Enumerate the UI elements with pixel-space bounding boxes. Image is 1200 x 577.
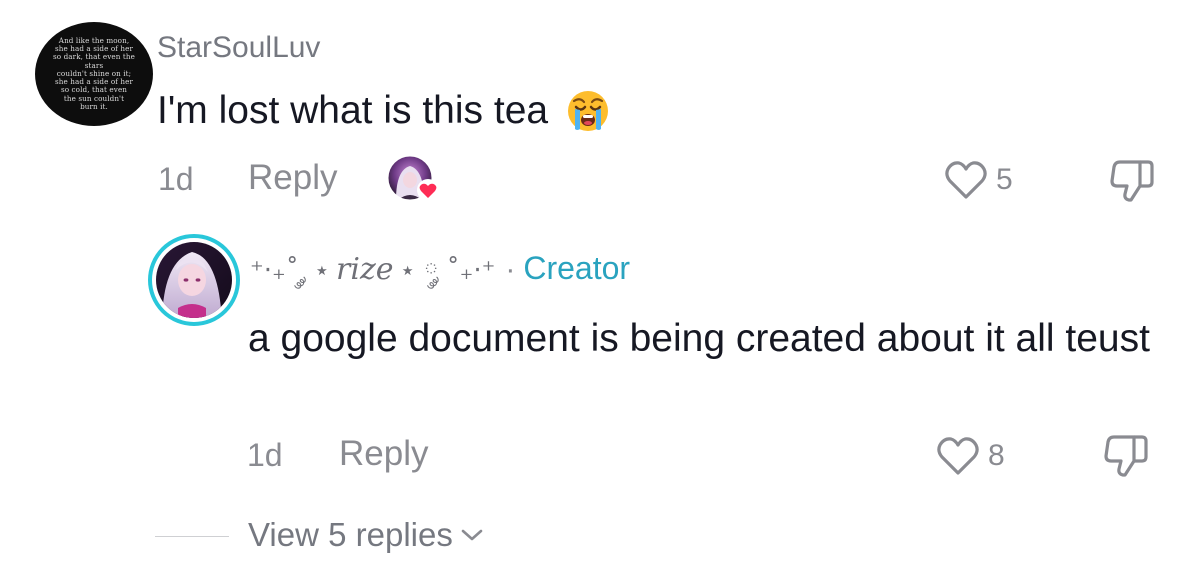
comment-reply-button[interactable]: Reply <box>248 158 337 198</box>
heart-outline-icon <box>937 437 979 475</box>
view-replies-button[interactable]: View 5 replies <box>248 514 483 556</box>
comment-text: I'm lost what is this tea <box>157 89 549 132</box>
comment-body: I'm lost what is this tea <box>157 88 610 134</box>
thumbs-down-icon <box>1104 435 1148 477</box>
reply-text: a google document is being created about… <box>248 317 1150 360</box>
commenter-avatar[interactable]: And like the moon, she had a side of her… <box>35 22 153 126</box>
comment-like-button[interactable]: 5 <box>944 160 1013 200</box>
loudly-crying-face-emoji <box>566 89 610 133</box>
thumbs-down-icon <box>1110 160 1154 202</box>
reply-dislike-button[interactable] <box>1104 433 1150 482</box>
avatar-poem-text: And like the moon, she had a side of her… <box>53 36 135 111</box>
reply-like-count: 8 <box>988 439 1005 472</box>
reply-timestamp: 1d <box>247 437 283 473</box>
creator-badge: Creator <box>523 250 631 286</box>
view-replies-label: View 5 replies <box>248 516 453 553</box>
replies-divider <box>155 536 229 537</box>
comment-like-count: 5 <box>996 163 1013 196</box>
creator-liked-badge <box>387 155 439 204</box>
username-decoration-prefix: ⁺‧₊˚ ༘ ⋆ <box>250 256 331 286</box>
commenter-username[interactable]: StarSoulLuv <box>157 30 320 66</box>
comment-dislike-button[interactable] <box>1110 158 1156 207</box>
comment-timestamp: 1d <box>158 161 194 197</box>
username-decoration-suffix: ⋆ ༘ ˚₊‧⁺ <box>399 256 496 286</box>
chevron-down-icon <box>461 529 483 541</box>
creator-username[interactable]: rize <box>336 252 394 287</box>
creator-avatar[interactable] <box>148 234 240 326</box>
reply-like-button[interactable]: 8 <box>936 436 1005 476</box>
creator-username-line: ⁺‧₊˚ ༘ ⋆ rize ⋆ ༘ ˚₊‧⁺ · Creator <box>250 248 630 291</box>
heart-outline-icon <box>945 161 987 199</box>
reply-reply-button[interactable]: Reply <box>339 434 428 474</box>
creator-separator: · <box>505 253 516 286</box>
